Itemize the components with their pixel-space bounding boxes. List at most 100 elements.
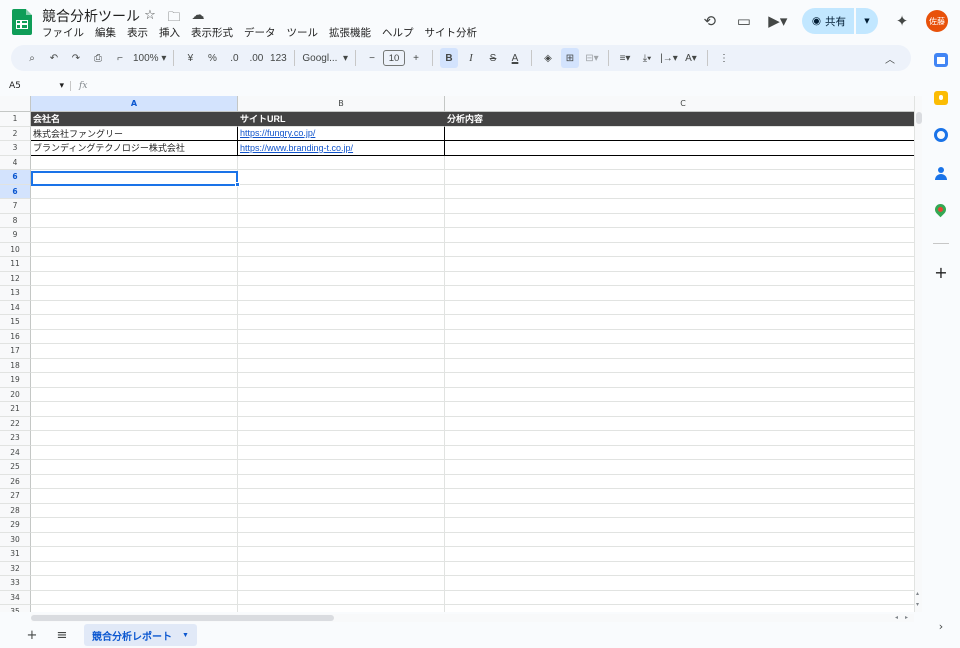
cell[interactable]	[238, 518, 445, 533]
cell[interactable]	[445, 184, 922, 199]
bold-button[interactable]: B	[440, 48, 458, 68]
cell[interactable]	[445, 590, 922, 605]
row-header[interactable]: 22	[0, 416, 31, 431]
avatar[interactable]: 佐藤	[926, 10, 948, 32]
cell[interactable]	[31, 155, 238, 170]
more-options-icon[interactable]: ⋮	[715, 48, 733, 68]
percent-format-button[interactable]: %	[203, 48, 221, 68]
fill-color-icon[interactable]: ◈	[539, 48, 557, 68]
row-header[interactable]: 2	[0, 126, 31, 141]
cell[interactable]	[445, 155, 922, 170]
cell[interactable]	[445, 474, 922, 489]
cell[interactable]	[31, 416, 238, 431]
row-header[interactable]: 30	[0, 532, 31, 547]
strikethrough-button[interactable]: S	[484, 48, 502, 68]
cell[interactable]	[445, 126, 922, 141]
name-box[interactable]: A5 ▾	[0, 81, 70, 91]
row-header[interactable]: 9	[0, 228, 31, 243]
row-header[interactable]: 26	[0, 474, 31, 489]
cell[interactable]	[445, 213, 922, 228]
cell[interactable]	[238, 184, 445, 199]
undo-icon[interactable]: ↶	[45, 48, 63, 68]
font-size-input[interactable]: 10	[383, 50, 405, 66]
column-header-a[interactable]: A	[31, 96, 238, 112]
search-menus-icon[interactable]: ⌕	[23, 48, 41, 68]
number-format-button[interactable]: 123	[269, 48, 287, 68]
menu-item-7[interactable]: 拡張機能	[329, 25, 371, 40]
scroll-right-icon[interactable]: ▸	[905, 614, 908, 621]
cell[interactable]	[238, 329, 445, 344]
italic-button[interactable]: I	[462, 48, 480, 68]
vertical-scrollbar[interactable]: ▴ ▾	[914, 96, 922, 612]
cell[interactable]	[445, 373, 922, 388]
decrease-font-size-button[interactable]: −	[363, 48, 381, 68]
cell[interactable]	[238, 489, 445, 504]
row-header[interactable]: 6	[0, 170, 31, 185]
cell[interactable]	[31, 373, 238, 388]
menu-item-0[interactable]: ファイル	[42, 25, 84, 40]
row-header[interactable]: 23	[0, 431, 31, 446]
cell[interactable]	[31, 431, 238, 446]
cell[interactable]	[31, 344, 238, 359]
cell[interactable]	[31, 242, 238, 257]
expand-icon[interactable]: ›	[933, 620, 949, 633]
borders-icon[interactable]: ⊞	[561, 48, 579, 68]
cell[interactable]	[238, 170, 445, 185]
cell[interactable]	[31, 257, 238, 272]
share-dropdown-button[interactable]: ▼	[856, 8, 878, 34]
add-icon[interactable]: +	[933, 263, 949, 282]
row-header[interactable]: 3	[0, 141, 31, 156]
row-header[interactable]: 7	[0, 199, 31, 214]
print-icon[interactable]: ⎙	[89, 48, 107, 68]
menu-item-4[interactable]: 表示形式	[191, 25, 233, 40]
cell[interactable]	[445, 242, 922, 257]
cell[interactable]	[445, 286, 922, 301]
horizontal-scrollbar[interactable]: ◂ ▸	[31, 614, 914, 622]
cell[interactable]	[445, 561, 922, 576]
horizontal-align-icon[interactable]: ≡▾	[616, 48, 634, 68]
cell[interactable]: ブランディングテクノロジー株式会社	[31, 141, 238, 156]
cell[interactable]	[238, 271, 445, 286]
cell[interactable]	[445, 431, 922, 446]
cell[interactable]	[445, 329, 922, 344]
add-sheet-icon[interactable]: +	[22, 628, 42, 643]
row-header[interactable]: 20	[0, 387, 31, 402]
cell[interactable]	[445, 199, 922, 214]
cell[interactable]	[31, 445, 238, 460]
currency-format-button[interactable]: ¥	[181, 48, 199, 68]
cell[interactable]	[238, 402, 445, 417]
cell[interactable]	[445, 503, 922, 518]
cell[interactable]	[31, 561, 238, 576]
row-header[interactable]: 33	[0, 576, 31, 591]
row-header[interactable]: 35	[0, 605, 31, 612]
cell[interactable]	[238, 300, 445, 315]
row-header[interactable]: 32	[0, 561, 31, 576]
menu-item-9[interactable]: サイト分析	[425, 25, 478, 40]
share-button[interactable]: ◉ 共有	[801, 8, 854, 34]
cell[interactable]	[238, 445, 445, 460]
cell[interactable]	[31, 576, 238, 591]
cell[interactable]	[238, 431, 445, 446]
row-header[interactable]: 28	[0, 503, 31, 518]
row-header[interactable]: 15	[0, 315, 31, 330]
row-header[interactable]: 4	[0, 155, 31, 170]
cell[interactable]	[31, 474, 238, 489]
scroll-up-icon[interactable]: ▴	[916, 590, 919, 597]
menu-item-8[interactable]: ヘルプ	[382, 25, 414, 40]
cell[interactable]	[238, 242, 445, 257]
row-header[interactable]: 12	[0, 271, 31, 286]
cell[interactable]	[31, 503, 238, 518]
cell[interactable]	[31, 184, 238, 199]
cell[interactable]	[238, 416, 445, 431]
row-header[interactable]: 17	[0, 344, 31, 359]
tasks-icon[interactable]	[934, 128, 948, 142]
cell[interactable]	[31, 286, 238, 301]
cell[interactable]	[238, 155, 445, 170]
cell[interactable]	[238, 547, 445, 562]
cell[interactable]	[445, 445, 922, 460]
menu-item-5[interactable]: データ	[244, 25, 276, 40]
cell[interactable]	[31, 329, 238, 344]
row-header[interactable]: 19	[0, 373, 31, 388]
cell[interactable]	[238, 257, 445, 272]
cell[interactable]	[238, 503, 445, 518]
